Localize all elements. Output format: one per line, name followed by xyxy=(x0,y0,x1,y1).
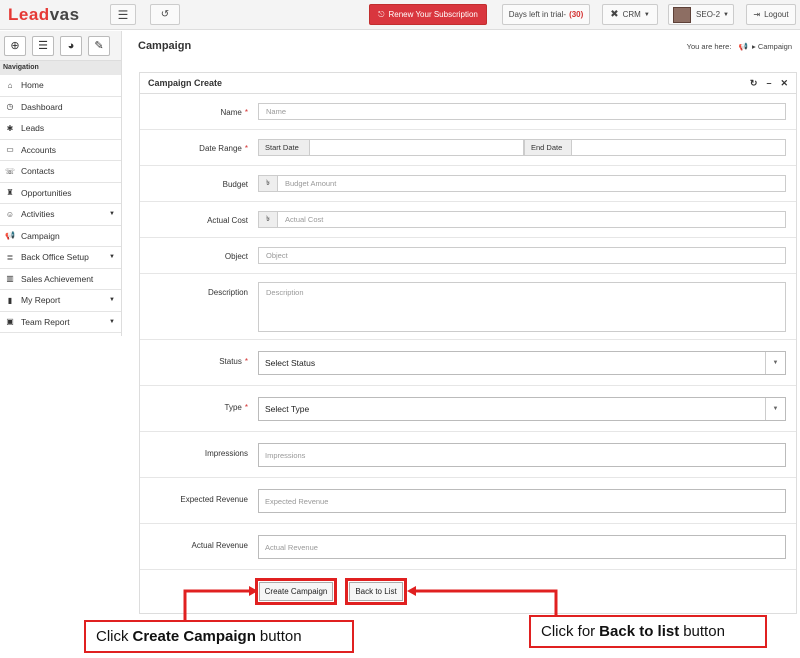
arrow-to-back xyxy=(414,589,558,616)
arrowhead-back xyxy=(407,586,416,596)
arrow-to-create xyxy=(183,589,252,620)
annotation-arrows xyxy=(183,586,558,620)
back-to-list-callout: Click for Back to list button xyxy=(529,615,767,648)
create-campaign-callout: Click Create Campaign button xyxy=(84,620,354,653)
arrowhead-create xyxy=(249,586,258,596)
